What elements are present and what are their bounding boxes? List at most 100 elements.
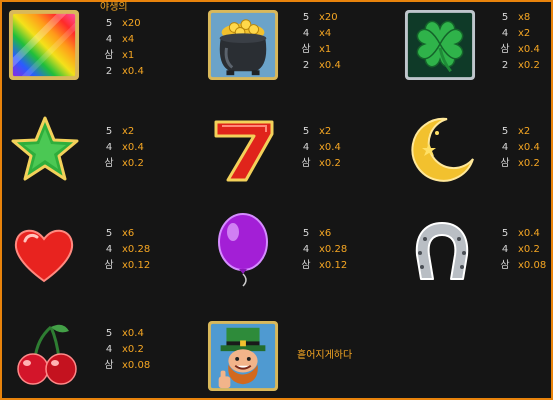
paytable-balloon: 5 x6 4 x0.28 삼 x0.12	[297, 226, 347, 274]
pay-multiplier: x2	[122, 126, 135, 137]
pay-multiplier: x2	[518, 126, 531, 137]
pay-row: 2 x0.4	[100, 64, 144, 80]
pay-row: 2 x0.4	[297, 58, 341, 74]
pay-count: 삼	[500, 260, 510, 271]
pay-multiplier: x0.4	[518, 142, 540, 153]
pay-count: 5	[302, 12, 310, 23]
pay-row: 4 x2	[496, 26, 540, 42]
paytable-heart: 5 x6 4 x0.28 삼 x0.12	[100, 226, 150, 274]
pay-multiplier: x0.4	[319, 60, 341, 71]
pay-multiplier: x0.2	[319, 158, 341, 169]
pay-row: 4 x0.4	[297, 140, 341, 156]
paytable-seven: 5 x2 4 x0.4 삼 x0.2	[297, 124, 341, 172]
pay-multiplier: x0.08	[518, 260, 547, 271]
pay-multiplier: x2	[518, 28, 531, 39]
pay-multiplier: x0.28	[319, 244, 348, 255]
pay-multiplier: x0.28	[122, 244, 151, 255]
pay-multiplier: x0.2	[518, 60, 540, 71]
pay-row: 5 x2	[496, 124, 540, 140]
cherry-icon	[10, 318, 82, 390]
four-leaf-clover-icon	[404, 9, 476, 81]
pay-multiplier: x0.2	[122, 158, 144, 169]
pay-row: 2 x0.2	[496, 58, 540, 74]
pay-multiplier: x6	[319, 228, 332, 239]
paytable-star: 5 x2 4 x0.4 삼 x0.2	[100, 124, 144, 172]
pay-row: 5 x0.4	[100, 326, 150, 342]
star-icon	[9, 114, 81, 186]
pay-count: 삼	[104, 50, 114, 61]
pay-row: 4 x0.2	[496, 242, 546, 258]
pay-count: 4	[105, 344, 113, 355]
pay-count: 2	[501, 60, 509, 71]
pay-count: 삼	[301, 158, 311, 169]
paytable-moon: 5 x2 4 x0.4 삼 x0.2	[496, 124, 540, 172]
pay-count: 4	[302, 244, 310, 255]
pay-row: 5 x20	[100, 16, 144, 32]
leprechaun-icon	[207, 320, 279, 392]
paytable-cherry: 5 x0.4 4 x0.2 삼 x0.08	[100, 326, 150, 374]
pay-multiplier: x1	[319, 44, 332, 55]
pay-count: 4	[302, 28, 310, 39]
pay-multiplier: x0.2	[122, 344, 144, 355]
pay-row: 4 x0.28	[100, 242, 150, 258]
pay-count: 4	[105, 34, 113, 45]
pay-count: 5	[105, 228, 113, 239]
pay-multiplier: x8	[518, 12, 531, 23]
pay-row: 4 x0.4	[100, 140, 144, 156]
pay-count: 5	[105, 328, 113, 339]
pay-row: 삼 x1	[100, 48, 144, 64]
paytable-horseshoe: 5 x0.4 4 x0.2 삼 x0.08	[496, 226, 546, 274]
pay-multiplier: x0.4	[518, 228, 540, 239]
pay-row: 삼 x1	[297, 42, 341, 58]
pay-row: 삼 x0.2	[297, 156, 341, 172]
pay-multiplier: x0.4	[518, 44, 540, 55]
pay-row: 5 x2	[297, 124, 341, 140]
pay-row: 삼 x0.12	[100, 258, 150, 274]
paytable-clover: 5 x8 4 x2 삼 x0.4 2 x0.2	[496, 10, 540, 74]
crescent-moon-icon	[406, 114, 478, 186]
pay-row: 삼 x0.4	[496, 42, 540, 58]
pay-row: 5 x6	[297, 226, 347, 242]
pay-multiplier: x0.12	[319, 260, 348, 271]
pay-count: 삼	[104, 158, 114, 169]
pay-row: 삼 x0.08	[100, 358, 150, 374]
pay-multiplier: x0.12	[122, 260, 151, 271]
pay-multiplier: x0.4	[122, 66, 144, 77]
heart-icon	[8, 218, 80, 290]
pay-count: 4	[501, 28, 509, 39]
pay-count: 5	[302, 126, 310, 137]
pay-multiplier: x0.4	[122, 328, 144, 339]
horseshoe-icon	[406, 216, 478, 288]
pay-row: 5 x6	[100, 226, 150, 242]
seven-icon	[208, 114, 280, 186]
pay-row: 삼 x0.08	[496, 258, 546, 274]
pay-row: 4 x4	[100, 32, 144, 48]
pay-count: 삼	[301, 44, 311, 55]
pay-multiplier: x0.08	[122, 360, 151, 371]
pay-count: 삼	[104, 360, 114, 371]
pay-multiplier: x0.4	[319, 142, 341, 153]
pay-row: 삼 x0.2	[100, 156, 144, 172]
pay-row: 삼 x0.12	[297, 258, 347, 274]
pay-count: 4	[501, 244, 509, 255]
pay-count: 5	[501, 126, 509, 137]
pay-count: 2	[105, 66, 113, 77]
pay-multiplier: x20	[122, 18, 141, 29]
balloon-icon	[207, 213, 279, 287]
pay-multiplier: x2	[319, 126, 332, 137]
pay-count: 4	[105, 244, 113, 255]
pay-count: 4	[501, 142, 509, 153]
pay-multiplier: x20	[319, 12, 338, 23]
paytable-pot-of-gold: 5 x20 4 x4 삼 x1 2 x0.4	[297, 10, 341, 74]
pay-row: 삼 x0.2	[496, 156, 539, 172]
pay-multiplier: x6	[122, 228, 135, 239]
pot-of-gold-icon	[207, 9, 279, 81]
pay-count: 5	[302, 228, 310, 239]
pay-count: 5	[501, 12, 509, 23]
pay-multiplier: x0.4	[122, 142, 144, 153]
pay-count: 삼	[104, 260, 114, 271]
pay-multiplier: x1	[122, 50, 135, 61]
pay-count: 삼	[500, 44, 510, 55]
pay-row: 5 x2	[100, 124, 144, 140]
pay-count: 2	[302, 60, 310, 71]
